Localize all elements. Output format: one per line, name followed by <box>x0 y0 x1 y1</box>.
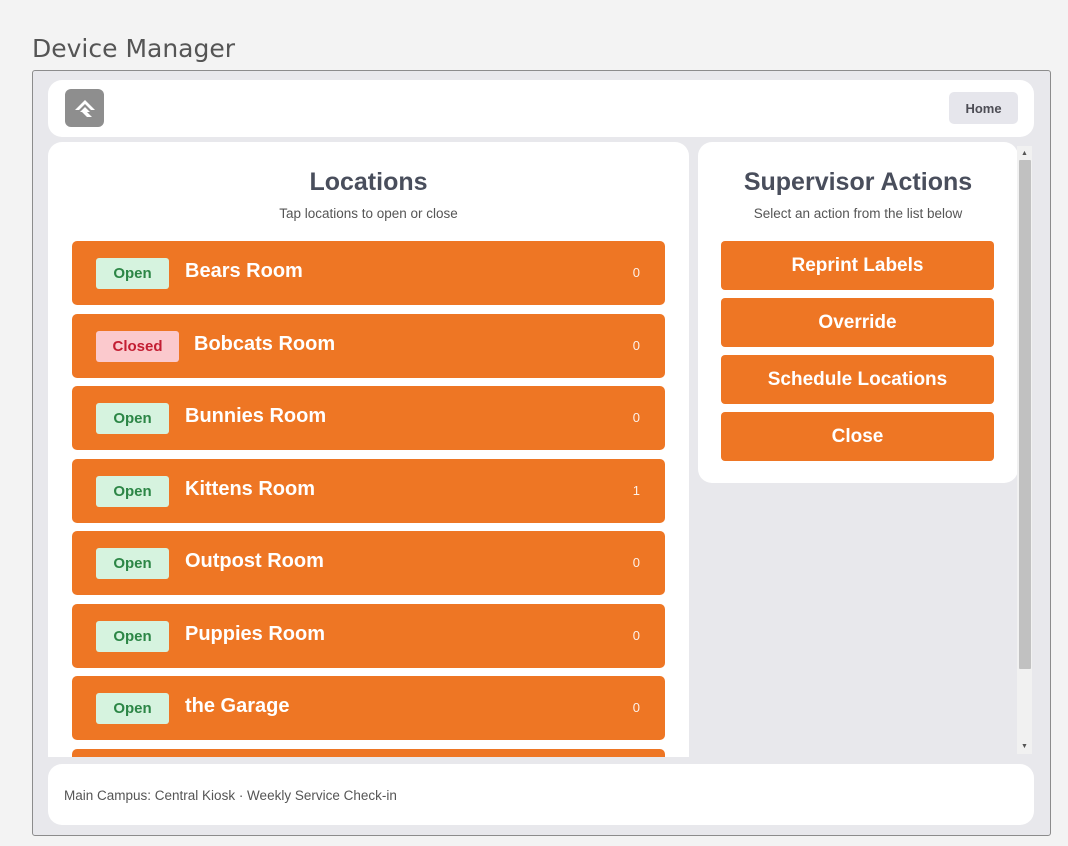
scroll-thumb[interactable] <box>1019 160 1031 669</box>
location-count: 0 <box>632 265 640 280</box>
location-name: Outpost Room <box>185 550 324 572</box>
status-badge: Open <box>96 258 169 289</box>
footer-bar: Main Campus: Central Kiosk · Weekly Serv… <box>48 764 1034 825</box>
location-name: Bunnies Room <box>185 405 327 427</box>
location-list: Open Bears Room 0 Closed Bobcats Room 0 … <box>72 241 665 757</box>
location-count: 0 <box>632 555 640 570</box>
supervisor-panel: Supervisor Actions Select an action from… <box>698 142 1018 483</box>
schedule-locations-button[interactable]: Schedule Locations <box>721 355 994 404</box>
location-row[interactable]: Open Bunnies Room 0 <box>72 386 665 450</box>
rock-logo-icon[interactable] <box>65 89 104 127</box>
content-area: Locations Tap locations to open or close… <box>48 142 1034 757</box>
status-badge: Open <box>96 693 169 724</box>
location-name: Bears Room <box>185 260 303 282</box>
scrollbar[interactable]: ▲ ▼ <box>1017 146 1032 754</box>
location-row[interactable]: Closed Bobcats Room 0 <box>72 313 665 378</box>
location-row-partial[interactable] <box>72 748 665 757</box>
location-name: Kittens Room <box>185 477 315 500</box>
locations-subtitle: Tap locations to open or close <box>279 206 458 221</box>
status-badge: Open <box>96 403 169 434</box>
location-count: 0 <box>632 700 640 715</box>
status-badge: Open <box>96 475 169 507</box>
locations-panel: Locations Tap locations to open or close… <box>48 142 689 757</box>
location-name: the Garage <box>185 695 290 717</box>
header-bar: Home <box>48 80 1034 137</box>
location-name: Bobcats Room <box>194 332 336 355</box>
override-button[interactable]: Override <box>721 298 994 347</box>
status-badge: Open <box>96 548 169 579</box>
location-count: 0 <box>632 337 640 353</box>
home-button[interactable]: Home <box>949 92 1018 124</box>
location-row[interactable]: Open the Garage 0 <box>72 676 665 740</box>
locations-title: Locations <box>309 168 428 196</box>
status-badge: Closed <box>96 330 179 362</box>
location-count: 0 <box>632 627 640 643</box>
location-row[interactable]: Open Bears Room 0 <box>72 241 665 305</box>
location-name: Puppies Room <box>185 622 326 645</box>
location-count: 0 <box>632 410 640 425</box>
status-badge: Open <box>96 620 169 652</box>
scroll-up-icon[interactable]: ▲ <box>1017 146 1032 161</box>
location-count: 1 <box>632 482 640 498</box>
location-row[interactable]: Open Outpost Room 0 <box>72 531 665 595</box>
supervisor-title: Supervisor Actions <box>743 168 973 196</box>
action-list: Reprint Labels Override Schedule Locatio… <box>721 241 994 469</box>
supervisor-subtitle: Select an action from the list below <box>753 206 963 221</box>
footer-text: Main Campus: Central Kiosk · Weekly Serv… <box>64 788 397 803</box>
scroll-down-icon[interactable]: ▼ <box>1017 739 1032 754</box>
device-frame: Home Locations Tap locations to open or … <box>32 70 1051 836</box>
reprint-labels-button[interactable]: Reprint Labels <box>721 241 994 290</box>
location-row[interactable]: Open Puppies Room 0 <box>72 603 665 668</box>
page-title: Device Manager <box>32 34 236 63</box>
close-button[interactable]: Close <box>721 412 994 461</box>
location-row[interactable]: Open Kittens Room 1 <box>72 458 665 523</box>
